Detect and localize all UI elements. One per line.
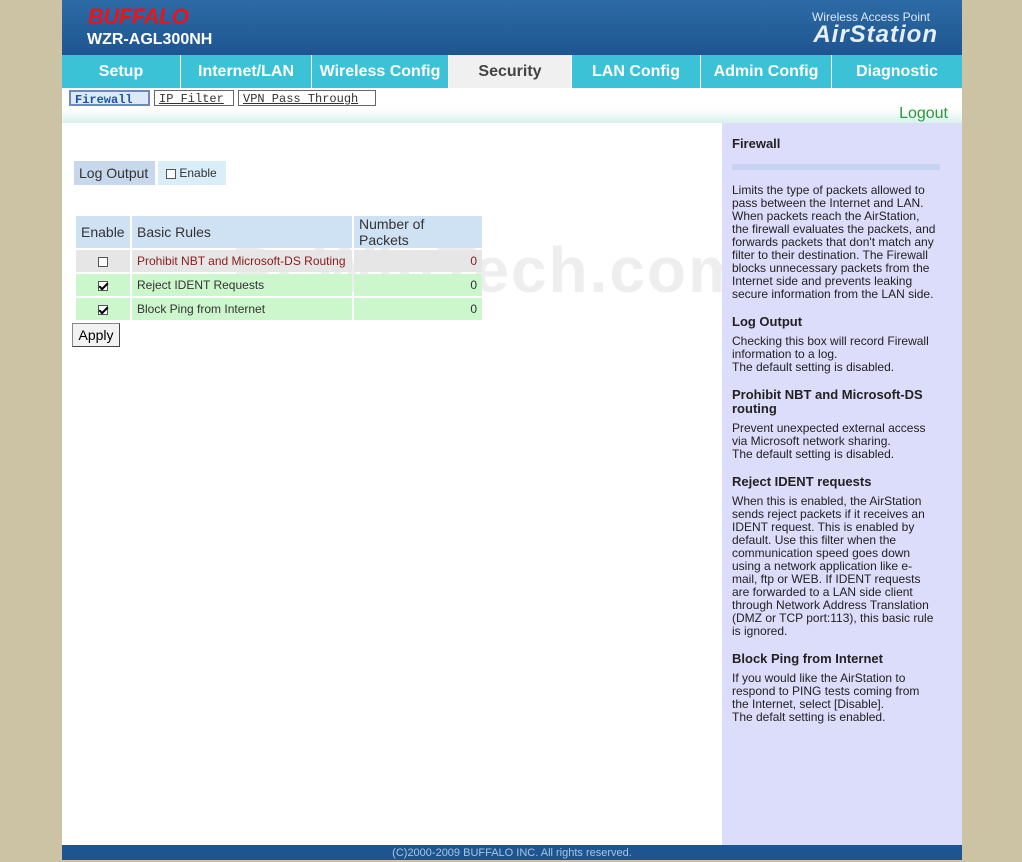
packet-count: 0 xyxy=(354,274,482,296)
help-section-default: The default setting is disabled. xyxy=(732,360,895,374)
rule-name: Reject IDENT Requests xyxy=(132,274,352,296)
subtab-firewall[interactable]: Firewall xyxy=(69,90,150,107)
log-output-option: Enable xyxy=(158,161,226,185)
table-row: Block Ping from Internet 0 xyxy=(76,298,482,320)
tab-security[interactable]: Security xyxy=(449,55,572,88)
table-row: Prohibit NBT and Microsoft-DS Routing 0 xyxy=(76,250,482,272)
rule-checkbox-block-ping[interactable] xyxy=(98,304,108,315)
main-tab-bar: Setup Internet/LAN Wireless Config Secur… xyxy=(62,55,962,88)
tab-internet-lan[interactable]: Internet/LAN xyxy=(181,55,312,88)
main-content: PcWinTech.com Log Output Enable Enable B… xyxy=(62,123,745,845)
column-header-basic-rules: Basic Rules xyxy=(132,216,352,248)
subtab-vpn-pass-through[interactable]: VPN Pass Through xyxy=(238,90,376,106)
column-header-enable: Enable xyxy=(76,216,130,248)
model-name: WZR-AGL300NH xyxy=(87,31,213,48)
help-section-title: Prohibit NBT and Microsoft-DS routing xyxy=(732,387,923,416)
log-output-enable-label: Enable xyxy=(179,166,217,180)
help-section-title: Reject IDENT requests xyxy=(732,474,872,489)
help-section-log-output: Log Output Checking this box will record… xyxy=(732,315,936,374)
help-section-default: The default setting is disabled. xyxy=(732,447,895,461)
help-section-prohibit-nbt: Prohibit NBT and Microsoft-DS routing Pr… xyxy=(732,388,936,461)
packet-count: 0 xyxy=(354,298,482,320)
help-intro: Limits the type of packets allowed to pa… xyxy=(732,183,936,301)
log-output-checkbox[interactable] xyxy=(166,168,176,179)
tab-lan-config[interactable]: LAN Config xyxy=(572,55,701,88)
rule-checkbox-prohibit-nbt[interactable] xyxy=(98,256,108,267)
enable-cell xyxy=(76,274,130,296)
help-section-title: Log Output xyxy=(732,314,803,329)
help-section-text: If you would like the AirStation to resp… xyxy=(732,671,920,711)
help-section-reject-ident: Reject IDENT requests When this is enabl… xyxy=(732,475,936,638)
rule-name: Block Ping from Internet xyxy=(132,298,352,320)
help-title: Firewall xyxy=(732,136,781,151)
column-header-number-of-packets: Number of Packets xyxy=(354,216,482,248)
table-row: Reject IDENT Requests 0 xyxy=(76,274,482,296)
tab-wireless-config[interactable]: Wireless Config xyxy=(312,55,449,88)
tab-setup[interactable]: Setup xyxy=(62,55,181,88)
help-section-block-ping: Block Ping from Internet If you would li… xyxy=(732,652,936,724)
enable-cell xyxy=(76,250,130,272)
airstation-logo: AirStation xyxy=(813,21,938,48)
footer-copyright: (C)2000-2009 BUFFALO INC. All rights res… xyxy=(62,845,962,860)
help-divider xyxy=(732,164,940,170)
logout-link[interactable]: Logout xyxy=(899,105,948,123)
log-output-label: Log Output xyxy=(74,161,155,185)
table-header-row: Enable Basic Rules Number of Packets xyxy=(76,216,482,248)
page-container: BUFFALO WZR-AGL300NH Wireless Access Poi… xyxy=(62,0,962,860)
tab-admin-config[interactable]: Admin Config xyxy=(701,55,832,88)
apply-button[interactable]: Apply xyxy=(72,323,120,347)
help-section-text: Prevent unexpected external access via M… xyxy=(732,421,926,448)
help-panel: Firewall Limits the type of packets allo… xyxy=(722,123,962,845)
header-bar: BUFFALO WZR-AGL300NH Wireless Access Poi… xyxy=(62,0,962,55)
rule-name: Prohibit NBT and Microsoft-DS Routing xyxy=(132,250,352,272)
subtab-ip-filter[interactable]: IP Filter xyxy=(154,90,234,106)
buffalo-logo: BUFFALO xyxy=(88,4,189,29)
help-section-text: When this is enabled, the AirStation sen… xyxy=(732,494,934,638)
sub-tab-bar: Firewall IP Filter VPN Pass Through Logo… xyxy=(62,88,962,123)
enable-cell xyxy=(76,298,130,320)
help-section-text: Checking this box will record Firewall i… xyxy=(732,334,929,361)
basic-rules-table: Enable Basic Rules Number of Packets Pro… xyxy=(74,214,484,322)
help-section-default: The defalt setting is enabled. xyxy=(732,710,886,724)
help-section-title: Block Ping from Internet xyxy=(732,651,883,666)
rule-checkbox-reject-ident[interactable] xyxy=(98,280,108,291)
tab-diagnostic[interactable]: Diagnostic xyxy=(832,55,962,88)
packet-count: 0 xyxy=(354,250,482,272)
